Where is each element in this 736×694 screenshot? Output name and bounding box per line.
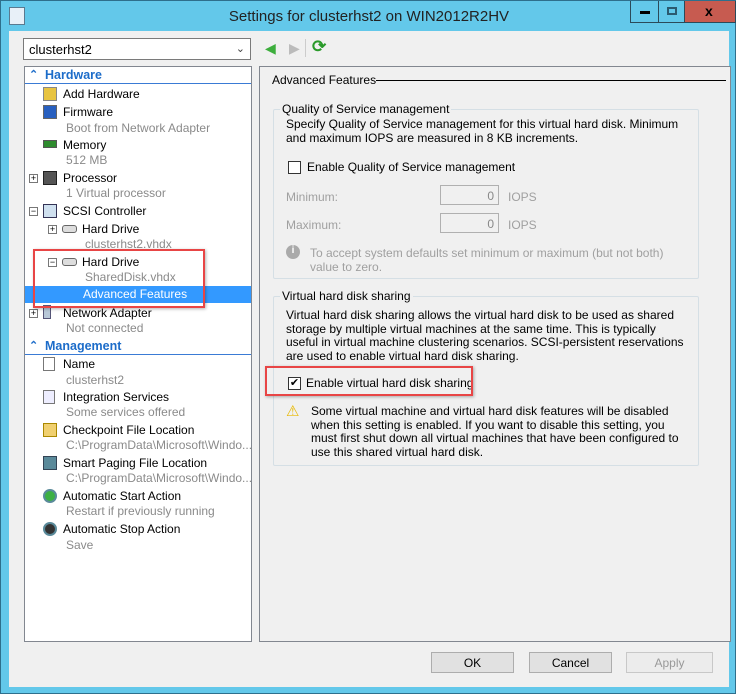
qos-group-title: Quality of Service management (280, 102, 452, 116)
firmware-detail: Boot from Network Adapter (66, 121, 211, 135)
dialog-body: clusterhst2 ⌄ ◀ ▶ ⟳ ⌃ Hardware Add Hardwar… (9, 31, 731, 687)
qos-description: Specify Quality of Service management fo… (286, 117, 679, 145)
automatic-start-detail: Restart if previously running (66, 504, 215, 518)
tree-item-automatic-stop-action[interactable]: Automatic Stop Action (63, 522, 180, 536)
refresh-icon[interactable]: ⟳ (312, 37, 326, 57)
firmware-icon (43, 105, 57, 119)
minimize-button[interactable] (630, 1, 659, 23)
smart-paging-path: C:\ProgramData\Microsoft\Windo... (66, 471, 252, 485)
highlight-box (33, 249, 205, 308)
minimum-unit: IOPS (508, 190, 537, 204)
automatic-start-icon (43, 489, 57, 503)
section-title: Advanced Features (272, 73, 377, 87)
tree-item-hard-drive-1[interactable]: Hard Drive (82, 222, 139, 236)
apply-button[interactable]: Apply (626, 652, 713, 673)
vm-selector-value: clusterhst2 (29, 42, 92, 57)
tree-item-automatic-start-action[interactable]: Automatic Start Action (63, 489, 181, 503)
chevron-down-icon: ⌄ (235, 43, 245, 55)
tree-item-smart-paging-file-location[interactable]: Smart Paging File Location (63, 456, 207, 470)
sharing-description: Virtual hard disk sharing allows the vir… (286, 308, 684, 363)
back-arrow-icon[interactable]: ◀ (265, 40, 276, 57)
processor-detail: 1 Virtual processor (66, 186, 166, 200)
name-icon (43, 357, 55, 371)
hard-drive-icon (62, 225, 77, 233)
checkpoint-folder-icon (43, 423, 57, 437)
checkpoint-path: C:\ProgramData\Microsoft\Windo... (66, 438, 252, 452)
management-header[interactable]: ⌃ Management (25, 338, 251, 355)
automatic-stop-icon (43, 522, 57, 536)
integration-services-detail: Some services offered (66, 405, 186, 419)
info-icon: i (286, 245, 300, 259)
enable-qos-checkbox[interactable] (288, 161, 301, 174)
collapse-chevron-icon: ⌃ (29, 69, 39, 81)
tree-item-firmware[interactable]: Firmware (63, 105, 113, 119)
minimum-label: Minimum: (286, 190, 339, 204)
memory-detail: 512 MB (66, 153, 108, 167)
window-title: Settings for clusterhst2 on WIN2012R2HV (228, 8, 510, 25)
forward-arrow-icon[interactable]: ▶ (289, 40, 300, 57)
tree-item-memory[interactable]: Memory (63, 138, 106, 152)
tree-item-network-adapter[interactable]: Network Adapter (63, 306, 152, 320)
maximum-label: Maximum: (286, 218, 342, 232)
tree-item-checkpoint-file-location[interactable]: Checkpoint File Location (63, 423, 194, 437)
expand-icon[interactable]: + (29, 309, 38, 318)
maximize-button[interactable] (658, 1, 685, 23)
qos-info-text: To accept system defaults set minimum or… (310, 246, 664, 274)
sharing-group-title: Virtual hard disk sharing (280, 289, 413, 303)
tree-item-add-hardware[interactable]: Add Hardware (63, 87, 140, 101)
tree-item-scsi-controller[interactable]: SCSI Controller (63, 204, 146, 218)
tree-item-processor[interactable]: Processor (63, 171, 117, 185)
scsi-controller-icon (43, 204, 57, 218)
management-header-label: Management (45, 339, 122, 353)
settings-window: Settings for clusterhst2 on WIN2012R2HV … (0, 0, 736, 694)
enable-qos-label[interactable]: Enable Quality of Service management (307, 160, 515, 175)
highlight-box (265, 366, 473, 396)
maximum-iops-input[interactable]: 0 (440, 213, 499, 233)
close-button[interactable]: x (684, 1, 736, 23)
minimize-icon (640, 11, 650, 14)
cancel-button[interactable]: Cancel (529, 652, 612, 673)
sharing-warning-text: Some virtual machine and virtual hard di… (311, 404, 679, 459)
maximum-unit: IOPS (508, 218, 537, 232)
tree-item-integration-services[interactable]: Integration Services (63, 390, 169, 404)
processor-icon (43, 171, 57, 185)
hardware-header[interactable]: ⌃ Hardware (25, 67, 251, 84)
title-bar: Settings for clusterhst2 on WIN2012R2HV … (1, 1, 736, 33)
hardware-header-label: Hardware (45, 68, 102, 82)
network-adapter-detail: Not connected (66, 321, 144, 335)
toolbar-divider (305, 39, 306, 57)
collapse-chevron-icon: ⌃ (29, 340, 39, 352)
warning-icon: ⚠ (286, 403, 300, 420)
qos-group: Quality of Service management Specify Qu… (273, 102, 699, 279)
ok-button[interactable]: OK (431, 652, 514, 673)
expand-icon[interactable]: + (29, 174, 38, 183)
details-panel: Advanced Features Quality of Service man… (259, 66, 731, 642)
expand-icon[interactable]: + (48, 225, 57, 234)
automatic-stop-detail: Save (66, 538, 94, 552)
section-divider (376, 80, 726, 81)
smart-paging-icon (43, 456, 57, 470)
memory-icon (43, 140, 57, 148)
collapse-icon[interactable]: − (29, 207, 38, 216)
tree-item-name[interactable]: Name (63, 357, 95, 371)
close-icon: x (705, 3, 713, 19)
maximize-icon (667, 7, 677, 15)
minimum-iops-input[interactable]: 0 (440, 185, 499, 205)
vm-selector-dropdown[interactable]: clusterhst2 ⌄ (23, 38, 251, 60)
integration-services-icon (43, 390, 55, 404)
name-detail: clusterhst2 (66, 373, 125, 387)
settings-tree: ⌃ Hardware Add Hardware Firmware Boot fro… (24, 66, 252, 642)
add-hardware-icon (43, 87, 57, 101)
